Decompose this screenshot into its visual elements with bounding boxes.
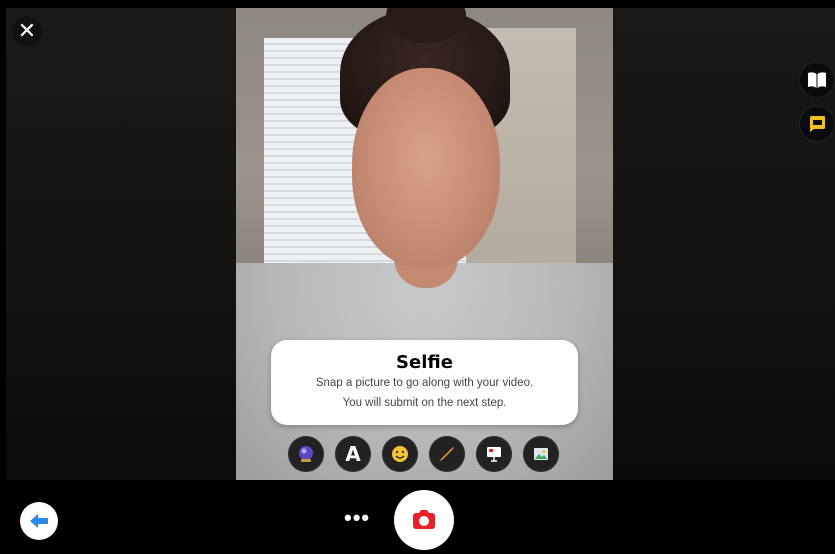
- note-button[interactable]: [799, 106, 835, 142]
- pen-tool-button[interactable]: [429, 436, 465, 472]
- bottom-bar: •••: [0, 480, 835, 554]
- capture-button[interactable]: [394, 490, 454, 550]
- book-icon: [808, 72, 826, 88]
- camera-icon: [413, 510, 435, 529]
- more-options-button[interactable]: •••: [344, 507, 370, 529]
- pen-icon: [440, 447, 454, 461]
- effects-toolbar: A: [288, 436, 559, 472]
- person-face: [352, 68, 500, 268]
- selfie-info-card: Selfie Snap a picture to go along with y…: [271, 340, 578, 425]
- image-tool-button[interactable]: [523, 436, 559, 472]
- emoji-tool-button[interactable]: [382, 436, 418, 472]
- board-tool-button[interactable]: [476, 436, 512, 472]
- arrow-left-icon: [30, 514, 48, 528]
- sticky-note-icon: [810, 116, 825, 132]
- card-description-line-2: You will submit on the next step.: [342, 397, 507, 409]
- text-tool-button[interactable]: A: [335, 436, 371, 472]
- card-title: Selfie: [396, 352, 453, 373]
- close-icon: ✕: [17, 18, 37, 43]
- card-description-line-1: Snap a picture to go along with your vid…: [315, 377, 534, 389]
- close-button[interactable]: ✕: [12, 16, 42, 46]
- filter-tool-button[interactable]: [288, 436, 324, 472]
- crystal-ball-icon: [299, 446, 313, 462]
- board-icon: [487, 447, 501, 462]
- emoji-icon: [392, 446, 408, 462]
- back-button[interactable]: [20, 502, 58, 540]
- text-icon: A: [345, 442, 361, 466]
- dimmed-background-left: [6, 8, 236, 480]
- image-icon: [534, 448, 548, 460]
- book-button[interactable]: [799, 62, 835, 98]
